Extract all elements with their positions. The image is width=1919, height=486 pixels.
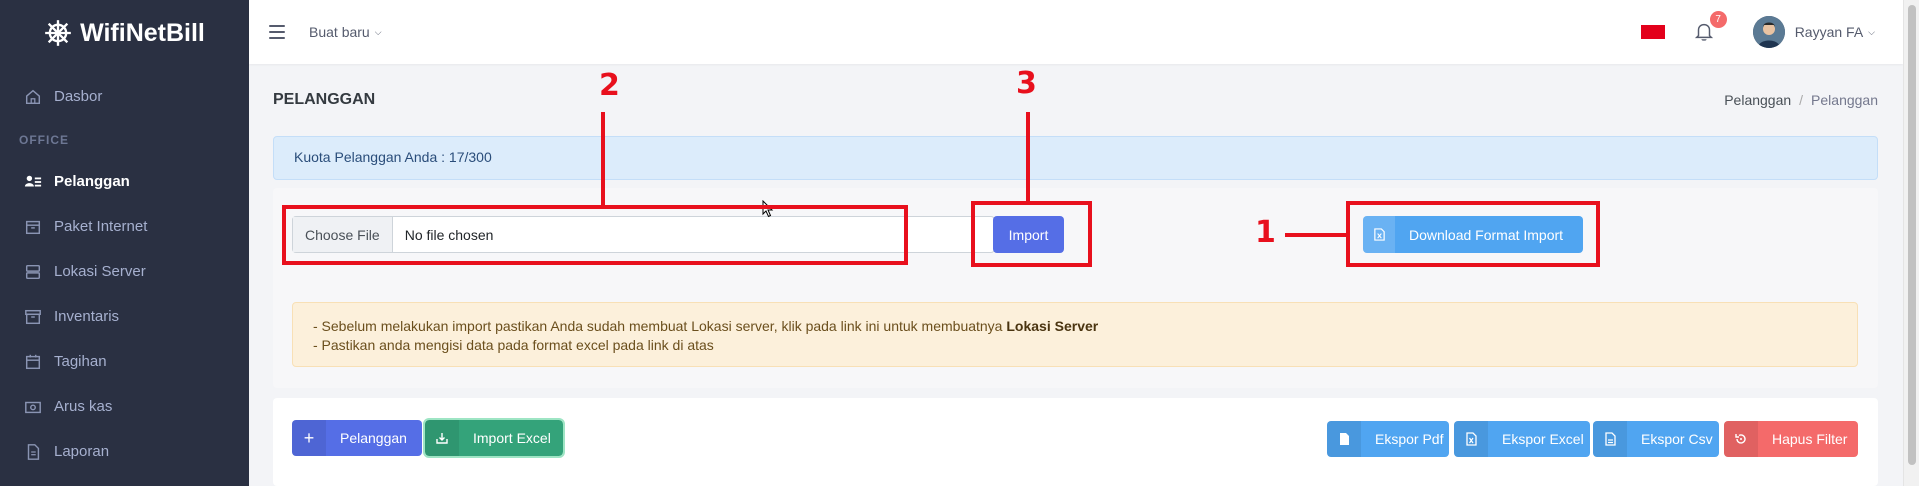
sidebar-item-label: Arus kas — [54, 398, 113, 415]
annotation-number-3: 3 — [1016, 66, 1037, 101]
sidebar-item-label: Laporan — [54, 443, 110, 460]
sidebar-item-tagihan[interactable]: Tagihan — [0, 339, 249, 384]
document-icon — [24, 443, 42, 461]
annotation-box-2 — [282, 205, 908, 265]
sidebar-item-label: Paket Internet — [54, 218, 148, 235]
add-customer-label: Pelanggan — [340, 430, 407, 446]
sidebar: WifiNetBill Dasbor OFFICE Pelanggan Pake… — [0, 0, 249, 486]
scrollbar-thumb[interactable] — [1908, 5, 1916, 465]
pdf-file-icon — [1327, 421, 1361, 457]
clear-filter-button[interactable]: Hapus Filter — [1724, 421, 1858, 457]
sidebar-item-label: Pelanggan — [54, 173, 130, 190]
reset-icon — [1724, 421, 1758, 457]
export-excel-label: Ekspor Excel — [1502, 431, 1584, 447]
annotation-number-2: 2 — [599, 68, 620, 103]
notice-line-1-text: - Sebelum melakukan import pastikan Anda… — [313, 318, 1003, 334]
breadcrumb-item[interactable]: Pelanggan — [1724, 92, 1791, 108]
export-csv-label: Ekspor Csv — [1641, 431, 1713, 447]
sidebar-menu: Dasbor OFFICE Pelanggan Paket Internet L… — [0, 74, 249, 474]
home-icon — [24, 88, 42, 106]
excel-file-icon — [1454, 421, 1488, 457]
sidebar-item-arus-kas[interactable]: Arus kas — [0, 384, 249, 429]
plus-icon: + — [292, 420, 326, 456]
download-tray-icon — [425, 420, 459, 456]
user-name: Rayyan FA — [1794, 24, 1864, 40]
avatar[interactable] — [1752, 16, 1785, 48]
sidebar-item-dasbor[interactable]: Dasbor — [0, 74, 249, 119]
import-excel-button[interactable]: Import Excel — [423, 418, 565, 458]
language-flag-icon[interactable] — [1640, 25, 1665, 39]
sidebar-item-inventaris[interactable]: Inventaris — [0, 294, 249, 339]
clear-filter-label: Hapus Filter — [1772, 431, 1848, 447]
import-notice: - Sebelum melakukan import pastikan Anda… — [292, 302, 1858, 367]
export-pdf-label: Ekspor Pdf — [1375, 431, 1444, 447]
sidebar-item-label: Inventaris — [54, 308, 120, 325]
topbar: Buat baru ⌵ 7 Rayyan FA ⌵ — [249, 0, 1903, 64]
annotation-line-1 — [1285, 233, 1347, 237]
notification-count-badge: 7 — [1709, 11, 1727, 28]
breadcrumb-current: Pelanggan — [1811, 92, 1878, 108]
quota-alert: Kuota Pelanggan Anda : 17/300 — [273, 136, 1878, 180]
create-new-dropdown[interactable]: Buat baru ⌵ — [309, 24, 382, 40]
annotation-line-2 — [601, 112, 605, 206]
archive-icon — [24, 308, 42, 326]
sidebar-item-label: Tagihan — [54, 353, 107, 370]
sidebar-item-lokasi-server[interactable]: Lokasi Server — [0, 249, 249, 294]
chevron-down-icon: ⌵ — [374, 26, 382, 37]
chevron-down-icon: ⌵ — [1868, 26, 1875, 37]
breadcrumb-separator: / — [1799, 92, 1804, 108]
sidebar-item-pelanggan[interactable]: Pelanggan — [0, 159, 249, 204]
sidebar-item-laporan[interactable]: Laporan — [0, 429, 249, 474]
users-list-icon — [24, 173, 42, 191]
calendar-icon — [24, 353, 42, 371]
notice-line-2: - Pastikan anda mengisi data pada format… — [313, 337, 714, 353]
sidebar-item-paket-internet[interactable]: Paket Internet — [0, 204, 249, 249]
topbar-right: 7 Rayyan FA ⌵ — [1640, 0, 1903, 64]
page-title: PELANGGAN — [273, 91, 376, 108]
export-pdf-button[interactable]: Ekspor Pdf — [1327, 421, 1449, 457]
annotation-box-1 — [1346, 201, 1600, 267]
notice-line-1: - Sebelum melakukan import pastikan Anda… — [313, 317, 1837, 336]
import-excel-label: Import Excel — [473, 430, 551, 446]
sidebar-section-office: OFFICE — [19, 133, 69, 147]
lokasi-server-link[interactable]: Lokasi Server — [1006, 318, 1098, 334]
wheel-logo-icon — [45, 20, 71, 46]
breadcrumb: Pelanggan / Pelanggan — [1724, 92, 1878, 108]
brand-logo[interactable]: WifiNetBill — [0, 0, 249, 66]
server-icon — [24, 263, 42, 281]
add-customer-button[interactable]: + Pelanggan — [292, 420, 422, 456]
package-icon — [24, 218, 42, 236]
export-csv-button[interactable]: Ekspor Csv — [1593, 421, 1719, 457]
export-excel-button[interactable]: Ekspor Excel — [1454, 421, 1590, 457]
csv-file-icon — [1593, 421, 1627, 457]
menu-toggle-icon[interactable] — [269, 25, 285, 39]
sidebar-item-label: Dasbor — [54, 88, 103, 105]
notification-bell[interactable]: 7 — [1693, 11, 1727, 44]
page-scrollbar[interactable] — [1903, 0, 1919, 486]
create-new-label: Buat baru — [309, 24, 370, 40]
sidebar-item-label: Lokasi Server — [54, 263, 146, 280]
user-menu[interactable]: Rayyan FA ⌵ — [1795, 24, 1875, 40]
quota-text: Kuota Pelanggan Anda : 17/300 — [294, 149, 492, 165]
annotation-line-3 — [1026, 112, 1030, 202]
annotation-number-1: 1 — [1255, 215, 1276, 250]
cash-icon — [24, 398, 42, 416]
brand-name: WifiNetBill — [80, 18, 205, 47]
annotation-box-3 — [971, 201, 1092, 267]
